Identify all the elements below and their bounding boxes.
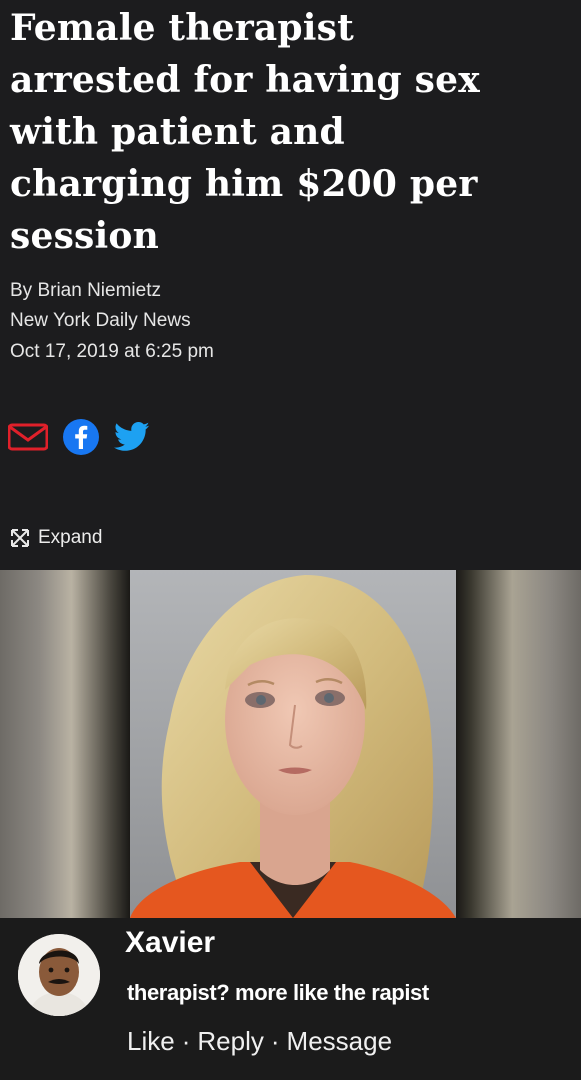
facebook-icon[interactable]	[62, 418, 100, 456]
comment-text: therapist? more like the rapist	[127, 980, 429, 1005]
expand-button[interactable]: Expand	[10, 527, 102, 549]
article-photo[interactable]	[0, 570, 581, 918]
action-separator: ·	[270, 1026, 280, 1056]
twitter-icon[interactable]	[114, 422, 150, 452]
share-bar	[8, 418, 150, 456]
photo-blur-left	[0, 570, 130, 918]
headline-line: arrested for having sex	[10, 59, 480, 101]
expand-icon	[11, 529, 29, 547]
email-icon[interactable]	[8, 423, 48, 451]
expand-label: Expand	[38, 527, 103, 548]
avatar[interactable]	[18, 934, 100, 1016]
like-button[interactable]: Like	[127, 1026, 175, 1057]
photo-blur-right	[456, 570, 581, 918]
avatar-illustration	[18, 934, 100, 1016]
comment-author[interactable]: Xavier	[125, 926, 215, 960]
reply-button[interactable]: Reply	[197, 1026, 263, 1057]
mugshot-image	[130, 570, 456, 918]
headline-line: session	[10, 215, 159, 257]
comment-actions: Like · Reply · Message	[127, 1026, 392, 1057]
outlet-name: New York Daily News	[10, 310, 191, 331]
message-button[interactable]: Message	[287, 1026, 393, 1057]
byline: By Brian Niemietz	[10, 280, 161, 301]
headline-line: charging him $200 per	[10, 163, 478, 205]
action-separator: ·	[181, 1026, 191, 1056]
headline-line: Female therapist	[10, 7, 354, 49]
headline-line: with patient and	[10, 111, 345, 153]
mugshot-illustration	[130, 570, 456, 918]
publish-datetime: Oct 17, 2019 at 6:25 pm	[10, 341, 214, 362]
article-headline: Female therapist arrested for having sex…	[10, 2, 575, 262]
comment-card: Xavier therapist? more like the rapist L…	[0, 918, 581, 1080]
